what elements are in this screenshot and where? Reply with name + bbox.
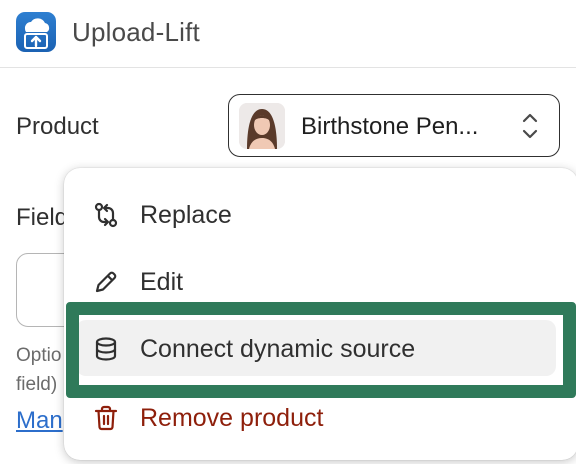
cloud-upload-icon [16, 12, 56, 52]
menu-item-label: Replace [140, 201, 232, 229]
menu-item-replace[interactable]: Replace [76, 186, 556, 242]
product-actions-menu: Replace Edit Connect dynamic source Remo… [64, 168, 576, 460]
product-selected-name: Birthstone Pen... [301, 113, 479, 140]
app-header: Upload-Lift [0, 0, 576, 68]
database-icon [92, 335, 120, 363]
pencil-icon [92, 268, 120, 296]
chevron-up-down-icon [519, 109, 541, 143]
menu-item-label: Edit [140, 268, 184, 296]
menu-item-edit[interactable]: Edit [76, 253, 556, 309]
manage-link[interactable]: Man [16, 407, 63, 435]
menu-item-label: Connect dynamic source [140, 335, 416, 363]
menu-item-connect-dynamic-source[interactable]: Connect dynamic source [76, 320, 556, 376]
menu-item-label: Remove product [140, 404, 324, 432]
trash-icon [92, 404, 120, 432]
menu-item-remove-product[interactable]: Remove product [76, 389, 556, 445]
app-title: Upload-Lift [72, 17, 200, 47]
replace-arrows-icon [92, 201, 120, 229]
product-thumbnail [239, 103, 285, 149]
field-label: Field [16, 204, 69, 231]
product-select[interactable]: Birthstone Pen... [228, 94, 560, 157]
product-label: Product [16, 113, 99, 140]
